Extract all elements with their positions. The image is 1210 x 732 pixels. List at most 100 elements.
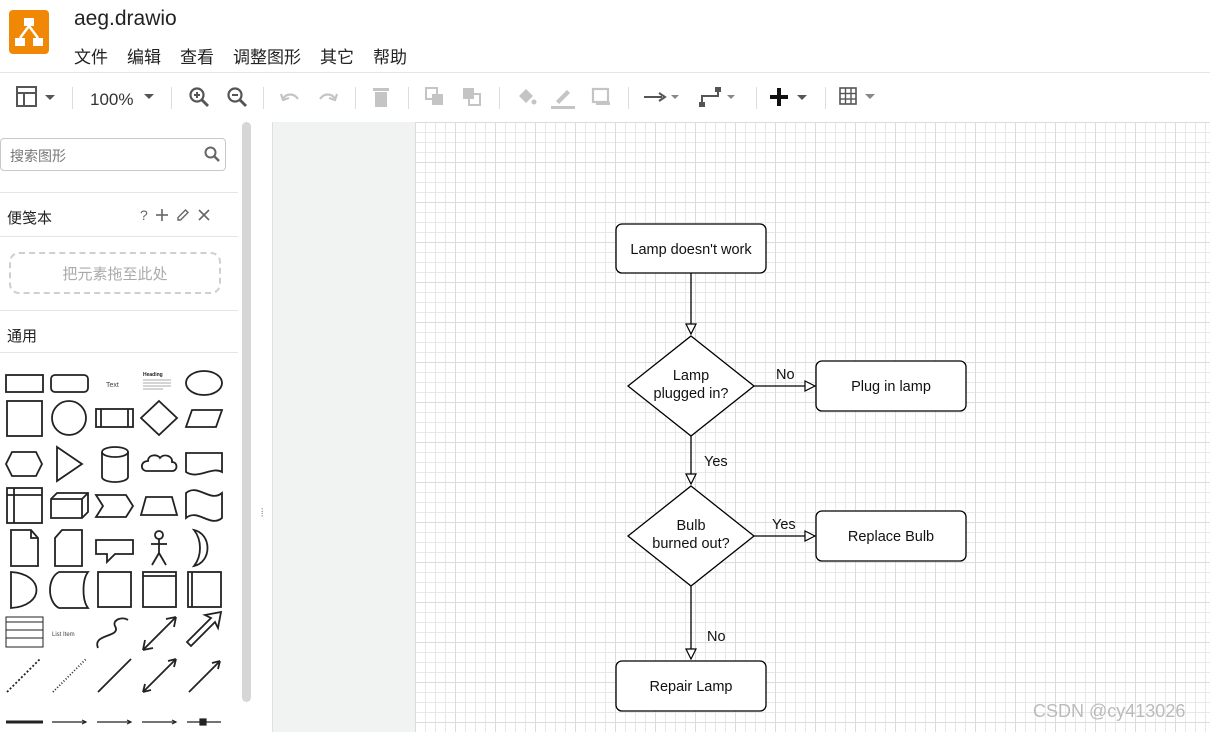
zoom-dropdown-chevron-icon[interactable] bbox=[141, 83, 157, 111]
search-box bbox=[0, 138, 226, 171]
scratchpad-drop-zone[interactable]: 把元素拖至此处 bbox=[9, 252, 221, 294]
shape-trapezoid[interactable] bbox=[139, 496, 179, 516]
edit-pencil-icon[interactable] bbox=[176, 208, 190, 222]
diagram-canvas[interactable]: Lamp doesn't work Lamp plugged in? Plug … bbox=[415, 122, 1210, 732]
sidebar-splitter[interactable]: ⦙ bbox=[252, 122, 273, 732]
text-shape-label[interactable]: Text bbox=[106, 382, 119, 389]
search-input[interactable] bbox=[8, 145, 192, 167]
shape-rounded-rectangle[interactable] bbox=[50, 374, 89, 393]
shape-bidirectional-arrow[interactable] bbox=[142, 616, 177, 651]
menu-arrange[interactable]: 调整图形 bbox=[233, 43, 301, 68]
scratchpad-actions: ? bbox=[140, 207, 210, 223]
node-label-q1-line2: plugged in? bbox=[654, 386, 729, 402]
shape-callout[interactable] bbox=[95, 539, 134, 565]
shape-or[interactable] bbox=[191, 528, 209, 568]
shape-note[interactable] bbox=[10, 529, 39, 567]
shape-dotted-line[interactable] bbox=[52, 658, 87, 693]
shape-card[interactable] bbox=[54, 529, 83, 567]
edge-label-q2-yes[interactable]: Yes bbox=[772, 517, 796, 533]
shape-heading[interactable]: Heading bbox=[143, 372, 171, 390]
edge-label-q1-yes[interactable]: Yes bbox=[704, 454, 728, 470]
shape-circle[interactable] bbox=[51, 400, 87, 436]
fill-color-icon[interactable] bbox=[514, 83, 538, 111]
menu-extras[interactable]: 其它 bbox=[320, 43, 354, 68]
menu-file[interactable]: 文件 bbox=[74, 43, 108, 68]
shape-cloud[interactable] bbox=[140, 454, 178, 472]
shape-cube[interactable] bbox=[50, 492, 89, 519]
to-back-icon[interactable] bbox=[460, 83, 484, 111]
general-section-title[interactable]: 通用 bbox=[7, 325, 37, 346]
format-panel-button[interactable] bbox=[14, 83, 60, 111]
menu-view[interactable]: 查看 bbox=[180, 43, 214, 68]
connection-arrow-icon[interactable] bbox=[642, 83, 684, 111]
to-front-icon[interactable] bbox=[423, 83, 447, 111]
shape-connector-multi-label[interactable] bbox=[142, 719, 178, 725]
waypoints-icon[interactable] bbox=[698, 83, 740, 111]
redo-icon[interactable] bbox=[315, 83, 341, 111]
shape-data-storage[interactable] bbox=[49, 571, 90, 609]
shape-parallelogram[interactable] bbox=[184, 409, 224, 428]
panel-layout-icon bbox=[16, 86, 55, 107]
shape-hexagon[interactable] bbox=[4, 451, 44, 477]
delete-icon[interactable] bbox=[370, 83, 392, 111]
shape-step[interactable] bbox=[94, 494, 135, 518]
node-label-q1-line1: Lamp bbox=[673, 368, 709, 384]
shape-actor[interactable] bbox=[151, 530, 167, 566]
shape-list[interactable] bbox=[5, 616, 44, 648]
shape-ellipse[interactable] bbox=[185, 370, 223, 396]
menu-edit[interactable]: 编辑 bbox=[127, 43, 161, 68]
help-icon[interactable]: ? bbox=[140, 207, 148, 223]
shape-connector-symbol[interactable] bbox=[187, 718, 221, 726]
shape-line[interactable] bbox=[97, 658, 132, 693]
list-item-shape-label[interactable]: List Item bbox=[52, 632, 75, 638]
shape-curve[interactable] bbox=[96, 617, 129, 649]
node-label-repair: Repair Lamp bbox=[649, 679, 732, 695]
shadow-icon[interactable] bbox=[590, 83, 614, 111]
sidebar-scrollbar[interactable] bbox=[242, 122, 251, 702]
shape-triangle[interactable] bbox=[56, 445, 84, 483]
shape-and[interactable] bbox=[10, 571, 38, 609]
menu-help[interactable]: 帮助 bbox=[373, 43, 407, 68]
shape-square[interactable] bbox=[6, 400, 43, 437]
undo-icon[interactable] bbox=[277, 83, 303, 111]
shape-bidirectional-connector[interactable] bbox=[142, 658, 177, 693]
shape-arrow[interactable] bbox=[185, 610, 223, 648]
close-icon[interactable] bbox=[198, 209, 210, 221]
splitter-grip-icon[interactable]: ⦙ bbox=[261, 507, 263, 520]
shape-document[interactable] bbox=[185, 452, 223, 476]
heading-shape-label: Heading bbox=[143, 372, 163, 378]
table-icon[interactable] bbox=[838, 83, 878, 111]
shape-rectangle[interactable] bbox=[5, 374, 44, 393]
shape-dashed-line[interactable] bbox=[6, 658, 41, 693]
drawio-logo-icon bbox=[9, 10, 49, 54]
zoom-in-icon[interactable] bbox=[186, 83, 212, 111]
watermark: CSDN @cy413026 bbox=[1033, 701, 1186, 721]
shape-sidebar: 便笺本 ? 把元素拖至此处 通用 Heading bbox=[0, 122, 252, 732]
shape-process[interactable] bbox=[95, 408, 134, 428]
shape-internal-storage[interactable] bbox=[6, 487, 43, 524]
shape-connector-label[interactable] bbox=[97, 719, 133, 725]
shape-cylinder[interactable] bbox=[101, 446, 129, 483]
edge-label-q1-no[interactable]: No bbox=[776, 367, 795, 383]
shape-frame[interactable] bbox=[142, 571, 177, 608]
shape-vertical-container[interactable] bbox=[187, 571, 222, 608]
node-label-q2-line1: Bulb bbox=[676, 518, 705, 534]
shape-container[interactable] bbox=[97, 571, 132, 608]
zoom-level[interactable]: 100% bbox=[90, 90, 133, 110]
insert-plus-icon[interactable] bbox=[768, 83, 812, 111]
zoom-out-icon[interactable] bbox=[224, 83, 250, 111]
node-label-start: Lamp doesn't work bbox=[630, 242, 752, 258]
shape-diamond[interactable] bbox=[139, 399, 179, 437]
shape-connector-small[interactable] bbox=[52, 719, 88, 725]
add-icon[interactable] bbox=[155, 209, 168, 221]
search-icon[interactable] bbox=[204, 146, 220, 167]
general-shapes-palette: Heading Text List Item bbox=[4, 370, 224, 726]
document-title[interactable]: aeg.drawio bbox=[74, 7, 177, 31]
shape-tape[interactable] bbox=[185, 489, 223, 522]
line-color-icon[interactable] bbox=[550, 83, 576, 111]
menu-bar: 文件 编辑 查看 调整图形 其它 帮助 bbox=[74, 43, 426, 68]
edge-label-q2-no[interactable]: No bbox=[707, 629, 726, 645]
header: aeg.drawio 文件 编辑 查看 调整图形 其它 帮助 bbox=[0, 0, 1210, 72]
shape-directional-connector[interactable] bbox=[188, 660, 221, 693]
scratchpad-title[interactable]: 便笺本 bbox=[7, 207, 52, 228]
